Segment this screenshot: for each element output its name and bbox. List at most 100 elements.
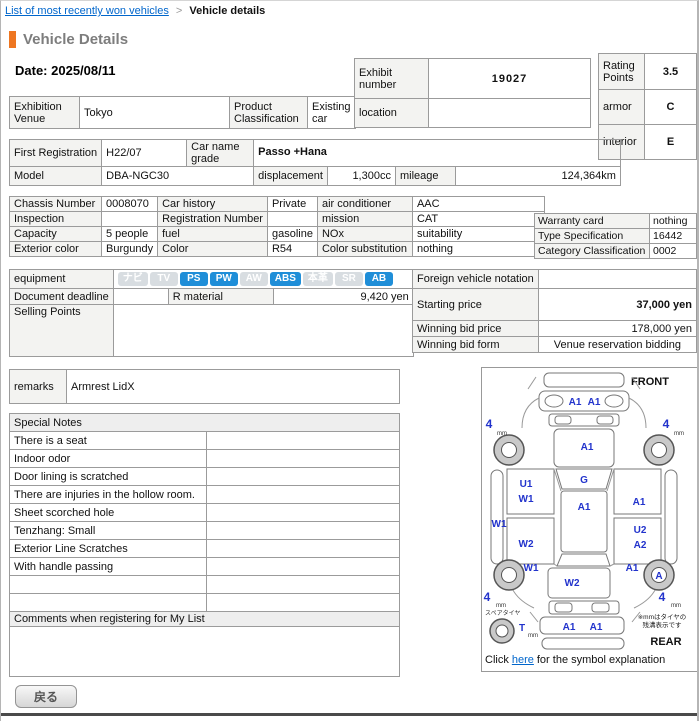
wheel-front-right-hub [652,443,667,458]
zone-windshield: G [580,475,588,486]
special-note-extra [207,468,400,486]
tire-depth-front-right: 4 [663,417,670,431]
zone-rear-left-quarter: W1 [524,563,539,574]
remarks-label: remarks [10,370,67,404]
badge-ps: PS [180,272,208,286]
taillight-left [555,603,572,612]
special-note-extra [207,522,400,540]
special-note-text [10,576,207,594]
front-bumper [544,373,624,387]
selling-points-label: Selling Points [10,305,114,357]
first-registration-value: H22/07 [102,140,187,167]
exhibit-table: Exhibit number 19027 location [354,58,591,128]
bottom-divider [1,713,699,716]
warranty-card-value: nothing [650,214,697,229]
back-button[interactable]: 戻る [15,685,77,708]
nox-label: NOx [317,227,412,242]
zone-front-lights-right: A1 [588,397,601,408]
air-conditioner-label: air conditioner [317,197,412,212]
exterior-color-label: Exterior color [10,242,102,257]
mm-note-line1: ※mmはタイヤの [638,612,687,621]
mm-unit-rl: mm [496,603,506,609]
zone-fl-door-w1: W1 [519,494,534,505]
tire-depth-front-left: 4 [486,417,493,431]
mileage-value: 124,364km [455,167,620,186]
mileage-label: mileage [395,167,455,186]
armor-label: armor [599,90,645,125]
zone-spare-tire: T [519,623,525,634]
special-notes-title: Special Notes [10,414,400,432]
rating-points-label: Rating Points [599,54,645,90]
zone-trunk: W2 [565,578,580,589]
nox-value: suitability [412,227,544,242]
vehicle-details-page: List of most recently won vehicles > Veh… [0,0,699,721]
mylist-comments-title: Comments when registering for My List [10,612,400,627]
zone-rear-bumper-left: A1 [563,622,576,633]
car-history-label: Car history [158,197,268,212]
registration-table: First Registration H22/07 Car name grade… [9,139,621,186]
click-prefix: Click [485,654,509,666]
zone-rear-right-wheel: A [655,571,662,582]
wheel-rear-left-hub [502,568,517,583]
badge-tv: TV [150,272,178,286]
first-registration-label: First Registration [10,140,102,167]
special-note-extra [207,450,400,468]
mission-label: mission [317,212,412,227]
car-history-value: Private [267,197,317,212]
rear-window [557,554,610,566]
special-note-extra [207,504,400,522]
badge-pw: PW [210,272,238,286]
front-label: FRONT [631,376,669,388]
special-note-text: Indoor odor [10,450,207,468]
right-sill [665,470,677,564]
zone-front-lights-left: A1 [569,397,582,408]
special-note-text: Tenzhang: Small [10,522,207,540]
symbol-explanation-line: Clickherefor the symbol explanation [485,654,665,666]
headlight-right [605,395,623,407]
badge-abs: ABS [270,272,301,286]
air-conditioner-value: AAC [412,197,544,212]
damage-diagram-panel: FRONT A1 A1 A1 G A1 W1 [481,367,698,672]
document-deadline-label: Document deadline [10,289,114,305]
model-value: DBA-NGC30 [102,167,254,186]
zone-left-sill: W1 [492,519,507,530]
registration-number-label: Registration Number [158,212,268,227]
breadcrumb-current: Vehicle details [189,5,265,17]
type-specification-value: 16442 [650,229,697,244]
badge-ab: AB [365,272,393,286]
mm-note-line2: 残溝表示です [643,620,683,629]
color-substitution-label: Color substitution [317,242,412,257]
breadcrumb-link-won-vehicles[interactable]: List of most recently won vehicles [5,5,169,17]
remarks-table: remarks Armrest LidX [9,369,400,404]
winning-bid-form-label: Winning bid form [413,337,539,353]
special-note-text: There is a seat [10,432,207,450]
breadcrumb-separator: > [176,5,182,17]
zone-rear-bumper-right: A1 [590,622,603,633]
auction-date: Date: 2025/08/11 [15,63,116,78]
symbol-explanation-link[interactable]: here [512,654,534,666]
page-title: Vehicle Details [9,31,128,48]
rating-points-value: 3.5 [645,54,697,90]
exhibit-number-value: 19027 [429,59,591,99]
zone-rr-door-a2: A2 [634,540,647,551]
special-note-extra [207,558,400,576]
chassis-number-label: Chassis Number [10,197,102,212]
special-note-extra [207,540,400,558]
r-material-value: 9,420 yen [273,289,413,305]
special-note-text: Sheet scorched hole [10,504,207,522]
zone-rear-right-quarter: A1 [626,563,639,574]
location-value [429,99,591,128]
left-sill [491,470,503,564]
equipment-badges: ナビTVPSPWAWABS本革SRAB [113,270,413,289]
foreign-vehicle-notation-label: Foreign vehicle notation [413,270,539,289]
color-label: Color [158,242,268,257]
date-label: Date: [15,63,48,78]
zone-fr-door-a1: A1 [633,497,646,508]
title-accent-bar [9,31,16,48]
roof-panel [561,491,607,552]
special-note-extra [207,486,400,504]
r-material-label: R material [168,289,273,305]
spare-tire-hub [496,625,508,637]
type-specification-label: Type Specification [535,229,650,244]
color-substitution-value: nothing [412,242,544,257]
